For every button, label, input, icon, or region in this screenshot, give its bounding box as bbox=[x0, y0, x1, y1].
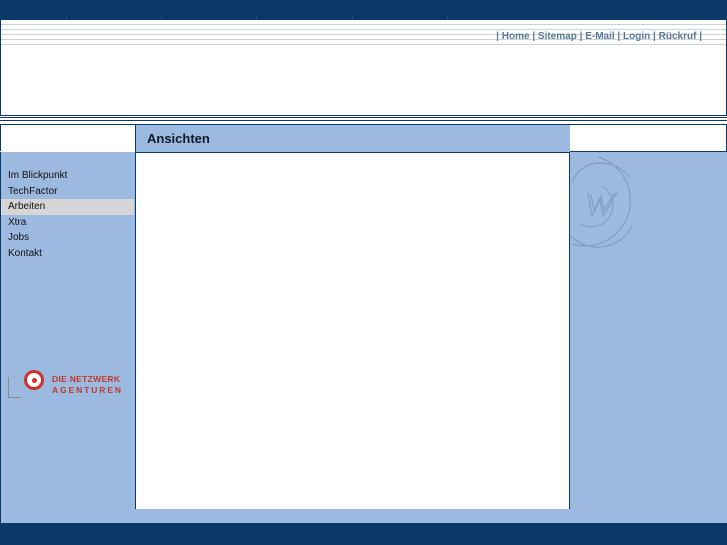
top-nav: | Home | Sitemap | E-Mail | Login | Rück… bbox=[496, 31, 702, 42]
logo-text-line2: AGENTUREN bbox=[52, 385, 123, 395]
top-nav-rueckruf-link[interactable]: Rückruf bbox=[659, 31, 697, 42]
top-nav-home-link[interactable]: Home bbox=[502, 31, 530, 42]
sidebar-nav: Im Blickpunkt TechFactor Arbeiten Xtra J… bbox=[1, 168, 134, 261]
top-bar bbox=[0, 0, 727, 20]
header-stripe bbox=[1, 24, 726, 25]
sidebar-item-arbeiten[interactable]: Arbeiten bbox=[1, 199, 134, 215]
logo-text-line1: DIE NETZWERK bbox=[52, 374, 121, 384]
logo-target-icon bbox=[24, 370, 44, 390]
top-nav-login-link[interactable]: Login bbox=[623, 31, 650, 42]
logo-bracket bbox=[8, 377, 21, 398]
right-header-spacer bbox=[570, 125, 727, 152]
divider-line bbox=[0, 120, 727, 121]
netzwerk-agenturen-logo[interactable]: DIE NETZWERK AGENTUREN bbox=[8, 368, 130, 400]
sidebar-header-spacer bbox=[0, 125, 136, 151]
top-nav-separator: | bbox=[653, 31, 656, 42]
w-watermark-icon bbox=[570, 156, 633, 248]
header-stripe bbox=[1, 29, 726, 30]
top-nav-prefix: | bbox=[496, 31, 499, 42]
header: | Home | Sitemap | E-Mail | Login | Rück… bbox=[0, 20, 727, 116]
top-nav-separator: | bbox=[579, 31, 583, 42]
sidebar-item-xtra[interactable]: Xtra bbox=[1, 215, 134, 231]
sidebar-item-im-blickpunkt[interactable]: Im Blickpunkt bbox=[1, 168, 134, 184]
content-footer-gap bbox=[135, 509, 570, 523]
top-nav-sitemap-link[interactable]: Sitemap bbox=[538, 31, 577, 42]
main-content bbox=[135, 152, 570, 510]
header-stripe bbox=[1, 44, 726, 45]
divider-line bbox=[0, 117, 727, 118]
right-column bbox=[570, 152, 727, 523]
page-title: Ansichten bbox=[147, 131, 210, 146]
top-nav-separator: | bbox=[532, 31, 536, 42]
sidebar-item-techfactor[interactable]: TechFactor bbox=[1, 184, 134, 200]
top-nav-separator: | bbox=[699, 31, 702, 42]
top-nav-email-link[interactable]: E-Mail bbox=[585, 31, 614, 42]
content-title-bar: Ansichten bbox=[135, 124, 571, 153]
bottom-bar bbox=[0, 523, 727, 545]
top-nav-separator: | bbox=[617, 31, 621, 42]
sidebar-item-jobs[interactable]: Jobs bbox=[1, 230, 134, 246]
sidebar-item-kontakt[interactable]: Kontakt bbox=[1, 246, 134, 262]
